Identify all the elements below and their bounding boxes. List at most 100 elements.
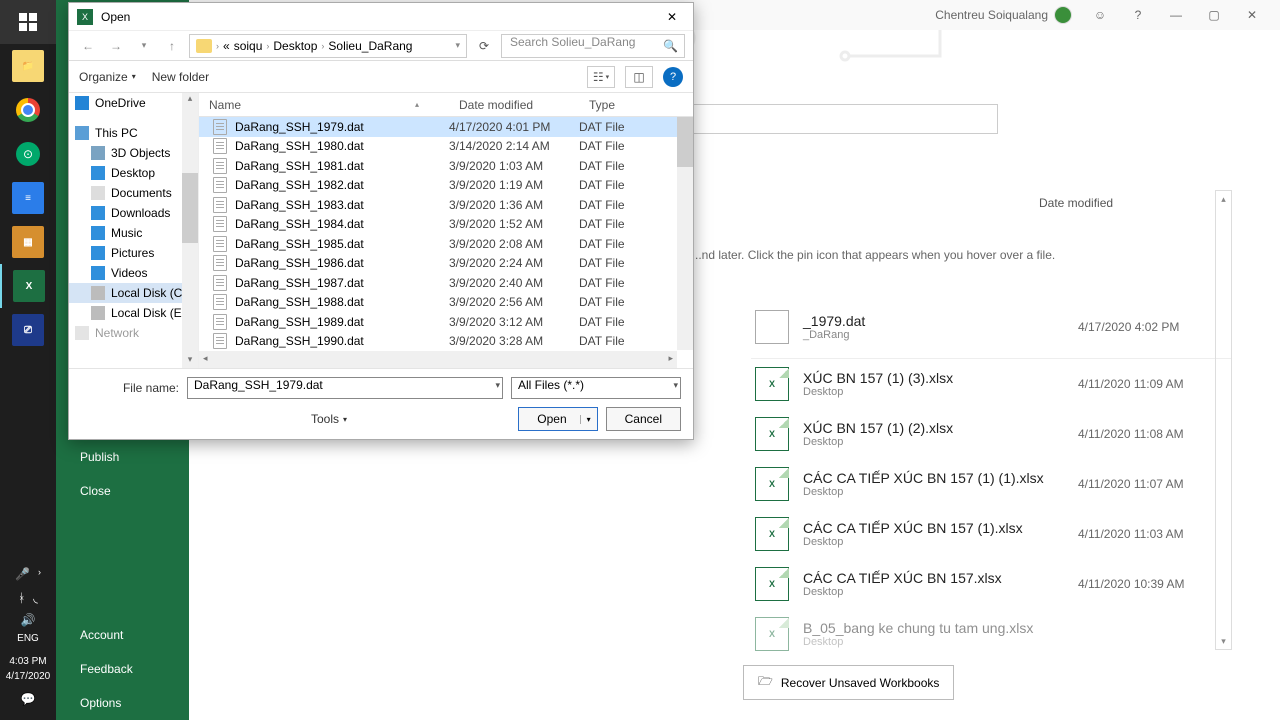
nav-recent-button[interactable]: ▾ bbox=[133, 35, 155, 57]
app-icon-2[interactable]: ▦ bbox=[0, 220, 56, 264]
help-button[interactable]: ? bbox=[1128, 5, 1148, 25]
sidebar-account[interactable]: Account bbox=[56, 618, 189, 652]
scroll-down-icon[interactable]: ▾ bbox=[1216, 633, 1231, 649]
file-row[interactable]: DaRang_SSH_1982.dat3/9/2020 1:19 AMDAT F… bbox=[199, 176, 693, 196]
tree-item-icon bbox=[91, 206, 105, 220]
recent-file-row[interactable]: XCÁC CA TIẾP XÚC BN 157 (1).xlsxDesktop4… bbox=[751, 509, 1232, 559]
tree-item[interactable]: Local Disk (C:) bbox=[69, 283, 198, 303]
sidebar-publish[interactable]: Publish bbox=[56, 440, 189, 474]
recent-file-row[interactable]: XXÚC BN 157 (1) (2).xlsxDesktop4/11/2020… bbox=[751, 409, 1232, 459]
clock-time[interactable]: 4:03 PM bbox=[0, 654, 56, 669]
file-row[interactable]: DaRang_SSH_1986.dat3/9/2020 2:24 AMDAT F… bbox=[199, 254, 693, 274]
file-type: DAT File bbox=[579, 120, 693, 134]
tree-item[interactable]: This PC bbox=[69, 123, 198, 143]
date-column-header[interactable]: Date modified bbox=[449, 98, 579, 112]
file-row[interactable]: DaRang_SSH_1983.dat3/9/2020 1:36 AMDAT F… bbox=[199, 195, 693, 215]
sidebar-feedback[interactable]: Feedback bbox=[56, 652, 189, 686]
dialog-close-button[interactable]: ✕ bbox=[659, 6, 685, 28]
tree-item[interactable]: Local Disk (E:) bbox=[69, 303, 198, 323]
file-row[interactable]: DaRang_SSH_1981.dat3/9/2020 1:03 AMDAT F… bbox=[199, 156, 693, 176]
sidebar-close[interactable]: Close bbox=[56, 474, 189, 508]
tree-scrollbar[interactable]: ▴▾ bbox=[182, 93, 198, 368]
tree-item[interactable]: Pictures bbox=[69, 243, 198, 263]
list-vscrollbar[interactable]: ▴ bbox=[677, 117, 693, 350]
organize-menu[interactable]: Organize▾ bbox=[79, 70, 136, 84]
speaker-icon[interactable]: 🔊 bbox=[21, 613, 36, 627]
breadcrumb-segment[interactable]: Desktop bbox=[273, 39, 317, 53]
face-icon[interactable]: ☺ bbox=[1090, 5, 1110, 25]
recent-file-row[interactable]: XB_05_bang ke chung tu tam ung.xlsxDeskt… bbox=[751, 609, 1232, 659]
file-row[interactable]: DaRang_SSH_1984.dat3/9/2020 1:52 AMDAT F… bbox=[199, 215, 693, 235]
recent-file-row[interactable]: _1979.dat _DaRang 4/17/2020 4:02 PM bbox=[751, 302, 1232, 359]
file-name-input[interactable]: DaRang_SSH_1979.dat▾ bbox=[187, 377, 503, 399]
view-mode-button[interactable]: ☷ ▾ bbox=[587, 66, 615, 88]
dialog-help-button[interactable]: ? bbox=[663, 67, 683, 87]
breadcrumb-segment[interactable]: soiqu bbox=[234, 39, 263, 53]
bluetooth-icon[interactable]: ᚼ bbox=[18, 591, 25, 605]
language-indicator[interactable]: ENG bbox=[0, 631, 56, 646]
breadcrumb[interactable]: › « soiqu › Desktop › Solieu_DaRang ▾ bbox=[189, 34, 467, 58]
breadcrumb-segment[interactable]: Solieu_DaRang bbox=[328, 39, 412, 53]
nav-forward-button[interactable]: → bbox=[105, 35, 127, 57]
file-explorer-icon[interactable]: 📁 bbox=[0, 44, 56, 88]
file-name: DaRang_SSH_1989.dat bbox=[235, 315, 364, 329]
tree-item[interactable]: Downloads bbox=[69, 203, 198, 223]
chrome-icon[interactable] bbox=[0, 88, 56, 132]
new-folder-button[interactable]: New folder bbox=[152, 70, 209, 84]
scroll-up-icon[interactable]: ▴ bbox=[1216, 191, 1231, 207]
dialog-body: OneDrive This PC3D ObjectsDesktopDocument… bbox=[69, 93, 693, 368]
tree-item-label: Local Disk (E:) bbox=[111, 306, 189, 320]
file-type-filter[interactable]: All Files (*.*)▾ bbox=[511, 377, 681, 399]
mic-icon[interactable]: 🎤 bbox=[15, 567, 30, 581]
breadcrumb-segment[interactable]: « bbox=[223, 39, 230, 53]
type-column-header[interactable]: Type bbox=[579, 98, 693, 112]
tree-item[interactable]: OneDrive bbox=[69, 93, 198, 113]
maximize-button[interactable]: ▢ bbox=[1204, 5, 1224, 25]
cancel-button[interactable]: Cancel bbox=[606, 407, 681, 431]
sidebar-options[interactable]: Options bbox=[56, 686, 189, 720]
name-column-header[interactable]: Name▴ bbox=[199, 98, 449, 112]
recent-file-row[interactable]: XCÁC CA TIẾP XÚC BN 157 (1) (1).xlsxDesk… bbox=[751, 459, 1232, 509]
recent-file-row[interactable]: XCÁC CA TIẾP XÚC BN 157.xlsxDesktop4/11/… bbox=[751, 559, 1232, 609]
file-type: DAT File bbox=[579, 256, 693, 270]
recover-unsaved-button[interactable]: 🗁 Recover Unsaved Workbooks bbox=[743, 665, 954, 700]
file-row[interactable]: DaRang_SSH_1980.dat3/14/2020 2:14 AMDAT … bbox=[199, 137, 693, 157]
recent-date-header: Date modified bbox=[1039, 196, 1113, 210]
refresh-button[interactable]: ⟳ bbox=[473, 35, 495, 57]
tree-item[interactable]: Documents bbox=[69, 183, 198, 203]
file-row[interactable]: DaRang_SSH_1988.dat3/9/2020 2:56 AMDAT F… bbox=[199, 293, 693, 313]
tree-item[interactable]: Desktop bbox=[69, 163, 198, 183]
file-row[interactable]: DaRang_SSH_1985.dat3/9/2020 2:08 AMDAT F… bbox=[199, 234, 693, 254]
tree-item-icon bbox=[75, 326, 89, 340]
open-button[interactable]: Open bbox=[518, 407, 597, 431]
tray-expand-icon[interactable]: › bbox=[38, 567, 41, 581]
app-icon-3[interactable]: ⎚ bbox=[0, 308, 56, 352]
start-button[interactable] bbox=[0, 0, 56, 44]
preview-pane-button[interactable]: ◫ bbox=[625, 66, 653, 88]
file-row[interactable]: DaRang_SSH_1987.dat3/9/2020 2:40 AMDAT F… bbox=[199, 273, 693, 293]
nav-back-button[interactable]: ← bbox=[77, 35, 99, 57]
minimize-button[interactable]: — bbox=[1166, 5, 1186, 25]
recent-scrollbar[interactable]: ▴ ▾ bbox=[1215, 190, 1232, 650]
file-row[interactable]: DaRang_SSH_1979.dat4/17/2020 4:01 PMDAT … bbox=[199, 117, 693, 137]
nav-up-button[interactable]: ↑ bbox=[161, 35, 183, 57]
user-account[interactable]: Chentreu Soiqualang bbox=[935, 6, 1072, 24]
list-hscrollbar[interactable]: ◂▸ bbox=[199, 351, 677, 368]
close-button[interactable]: ✕ bbox=[1242, 5, 1262, 25]
app-icon-1[interactable]: ⊙ bbox=[0, 132, 56, 176]
tree-item[interactable]: Music bbox=[69, 223, 198, 243]
docs-icon[interactable]: ≡ bbox=[0, 176, 56, 220]
excel-taskbar-icon[interactable]: X bbox=[0, 264, 56, 308]
wifi-icon[interactable]: ◟ bbox=[33, 591, 38, 605]
tools-menu[interactable]: Tools▾ bbox=[81, 412, 347, 426]
tree-item[interactable]: 3D Objects bbox=[69, 143, 198, 163]
recent-file-row[interactable]: XXÚC BN 157 (1) (3).xlsxDesktop4/11/2020… bbox=[751, 359, 1232, 409]
file-icon bbox=[213, 255, 227, 271]
dialog-search-input[interactable]: Search Solieu_DaRang 🔍 bbox=[501, 34, 685, 58]
notifications-icon[interactable]: 💬 bbox=[0, 684, 56, 714]
tree-item[interactable]: Videos bbox=[69, 263, 198, 283]
recent-file-date: 4/11/2020 10:39 AM bbox=[1078, 577, 1228, 591]
file-row[interactable]: DaRang_SSH_1989.dat3/9/2020 3:12 AMDAT F… bbox=[199, 312, 693, 332]
file-row[interactable]: DaRang_SSH_1990.dat3/9/2020 3:28 AMDAT F… bbox=[199, 332, 693, 352]
tree-item[interactable]: Network bbox=[69, 323, 198, 343]
